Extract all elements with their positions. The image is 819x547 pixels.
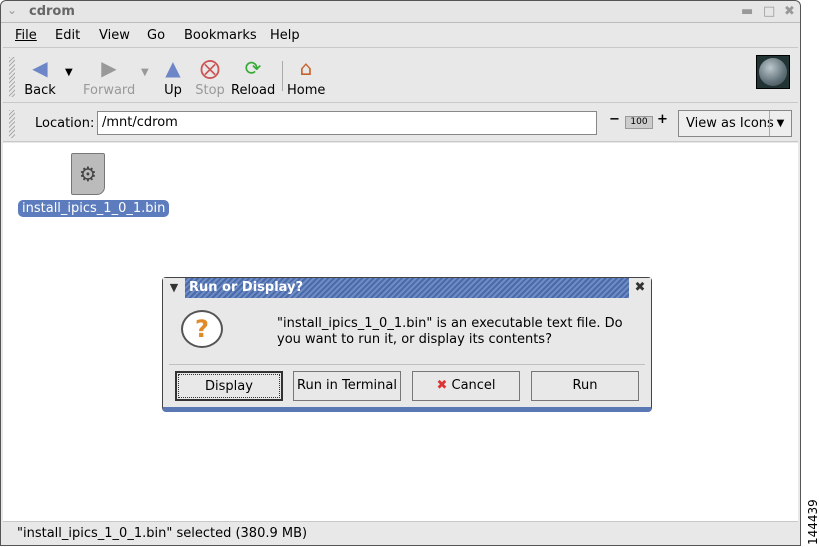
zoom-level[interactable]: 100	[625, 116, 653, 129]
cancel-x-icon: ✖	[436, 378, 448, 393]
stop-button[interactable]: ⨂ Stop	[195, 55, 225, 98]
toolbar-separator	[282, 61, 283, 91]
forward-arrow-icon: ▶	[101, 56, 117, 80]
menu-go[interactable]: Go	[147, 28, 165, 43]
location-bar: Location: /mnt/cdrom − 100 + View as Ico…	[3, 104, 798, 142]
file-name-label[interactable]: install_ipics_1_0_1.bin	[18, 200, 170, 217]
back-arrow-icon: ◀	[32, 56, 48, 80]
zoom-out-button[interactable]: −	[609, 112, 620, 127]
toolbar: ◀ Back ▼ ▶ Forward ▼ ▲ Up ⨂ Stop ⟳ Reload ⌂ Ho…	[3, 49, 798, 103]
cancel-label: Cancel	[451, 378, 496, 393]
window-title: cdrom	[29, 4, 75, 19]
window-menu-icon[interactable]: ⌄	[7, 3, 17, 17]
toolbar-grip[interactable]	[9, 57, 15, 97]
minimize-button[interactable]: ▬	[741, 4, 753, 19]
up-button[interactable]: ▲ Up	[161, 55, 185, 98]
menu-edit[interactable]: Edit	[55, 28, 80, 43]
maximize-button[interactable]: □	[763, 4, 775, 19]
dialog-close-button[interactable]: ✖	[629, 278, 651, 298]
dialog-title: Run or Display?	[163, 278, 651, 298]
dialog-message: "install_ipics_1_0_1.bin" is an executab…	[277, 316, 623, 347]
up-arrow-icon: ▲	[165, 56, 181, 80]
menu-help[interactable]: Help	[270, 28, 300, 43]
view-as-select[interactable]: View as Icons ▼	[678, 110, 792, 137]
run-or-display-dialog: Run or Display? ▼ ✖ ? "install_ipics_1_0…	[162, 277, 652, 412]
menu-file[interactable]: File	[15, 28, 37, 43]
forward-button[interactable]: ▶ Forward	[83, 55, 135, 98]
title-bar: ⌄ cdrom ▬ □ ✖	[1, 1, 800, 23]
view-as-label: View as Icons	[686, 116, 774, 131]
reload-icon: ⟳	[244, 56, 262, 80]
question-icon: ?	[181, 310, 223, 348]
forward-history-dropdown[interactable]: ▼	[141, 67, 149, 78]
status-bar: "install_ipics_1_0_1.bin" selected (380.…	[3, 521, 798, 545]
dialog-menu-icon[interactable]: ▼	[163, 278, 185, 298]
file-manager-window: ⌄ cdrom ▬ □ ✖ File Edit View Go Bookmark…	[0, 0, 801, 546]
dialog-separator	[169, 364, 645, 365]
display-button[interactable]: Display	[175, 371, 283, 401]
menu-bookmarks[interactable]: Bookmarks	[184, 28, 257, 43]
reload-button[interactable]: ⟳ Reload	[231, 55, 275, 98]
activity-throbber-icon	[756, 55, 790, 89]
home-button[interactable]: ⌂ Home	[287, 55, 325, 98]
zoom-in-button[interactable]: +	[657, 112, 668, 127]
close-button[interactable]: ✖	[784, 4, 795, 19]
back-history-dropdown[interactable]: ▼	[65, 67, 73, 78]
back-button[interactable]: ◀ Back	[23, 55, 57, 98]
run-button[interactable]: Run	[531, 371, 639, 401]
cancel-button[interactable]: ✖ Cancel	[412, 371, 520, 401]
menu-view[interactable]: View	[99, 28, 130, 43]
menu-bar: File Edit View Go Bookmarks Help	[3, 24, 798, 48]
home-icon: ⌂	[299, 56, 313, 80]
location-bar-grip[interactable]	[9, 110, 15, 138]
run-in-terminal-button[interactable]: Run in Terminal	[293, 371, 401, 401]
location-label: Location:	[35, 116, 95, 131]
status-text: "install_ipics_1_0_1.bin" selected (380.…	[17, 526, 308, 541]
chevron-down-icon: ▼	[769, 111, 791, 136]
executable-file-icon[interactable]: ⚙	[71, 153, 105, 195]
figure-id: 144439	[806, 499, 819, 545]
location-input[interactable]: /mnt/cdrom	[97, 111, 597, 135]
stop-icon: ⨂	[200, 56, 220, 80]
